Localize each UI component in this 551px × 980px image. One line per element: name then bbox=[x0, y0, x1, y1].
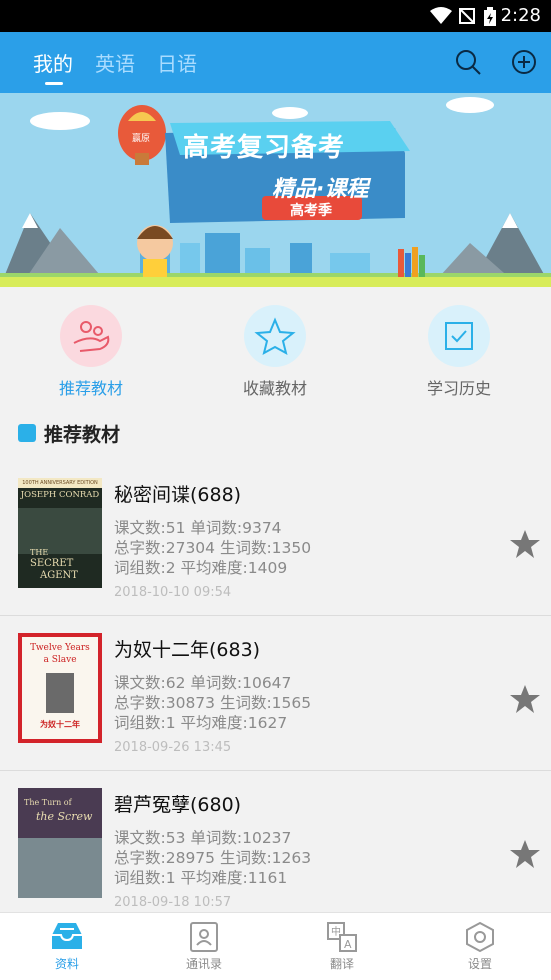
cover-author: JOSEPH CONRAD bbox=[20, 490, 100, 500]
quick-favorites[interactable]: 收藏教材 bbox=[215, 305, 335, 399]
book-cover: The Turn of the Screw bbox=[18, 788, 102, 898]
translate-icon: 中 A bbox=[327, 922, 357, 952]
hand-people-icon bbox=[60, 305, 122, 367]
nav-contacts[interactable]: 通讯录 bbox=[149, 921, 259, 972]
top-app-bar: 我的 英语 日语 bbox=[0, 32, 551, 93]
list-item[interactable]: Twelve Years a Slave 为奴十二年 为奴十二年(683) 课文… bbox=[0, 615, 551, 771]
favorite-star-icon[interactable] bbox=[509, 528, 541, 560]
add-circle-icon[interactable] bbox=[510, 48, 538, 76]
battery-icon bbox=[484, 7, 496, 26]
book-stats-3: 词组数:1 平均难度:1161 bbox=[114, 869, 288, 887]
section-book-icon bbox=[18, 424, 36, 442]
book-date: 2018-10-10 09:54 bbox=[114, 585, 232, 600]
book-stats-1: 课文数:51 单词数:9374 bbox=[114, 519, 282, 537]
banner-balloon-text: 赢原 bbox=[132, 134, 151, 144]
banner-tag: 高考季 bbox=[290, 203, 332, 219]
list-item[interactable]: 100TH ANNIVERSARY EDITION JOSEPH CONRAD … bbox=[0, 460, 551, 616]
book-title: 秘密间谍(688) bbox=[114, 484, 242, 506]
book-date: 2018-09-26 13:45 bbox=[114, 740, 232, 755]
cover-title-2: the Screw bbox=[36, 810, 93, 823]
nav-materials[interactable]: 资料 bbox=[12, 921, 122, 972]
book-title: 碧芦冤孽(680) bbox=[114, 794, 242, 816]
nav-translate[interactable]: 中 A 翻译 bbox=[287, 921, 397, 972]
cover-cn-title: 为奴十二年 bbox=[40, 720, 80, 729]
star-icon bbox=[244, 305, 306, 367]
check-book-icon bbox=[428, 305, 490, 367]
book-stats-1: 课文数:62 单词数:10647 bbox=[114, 674, 292, 692]
book-cover: Twelve Years a Slave 为奴十二年 bbox=[18, 633, 102, 743]
cover-title-3: AGENT bbox=[40, 570, 78, 581]
cover-title-2: a Slave bbox=[43, 655, 77, 665]
banner-subtitle: 精品·课程 bbox=[272, 177, 369, 202]
cover-title-1: Twelve Years bbox=[30, 643, 90, 653]
section-header: 推荐教材 bbox=[0, 412, 551, 460]
status-time: 2:28 bbox=[500, 5, 541, 26]
list-item[interactable]: The Turn of the Screw 碧芦冤孽(680) 课文数:53 单… bbox=[0, 770, 551, 912]
nav-settings[interactable]: 设置 bbox=[425, 921, 535, 972]
book-cover: 100TH ANNIVERSARY EDITION JOSEPH CONRAD … bbox=[18, 478, 102, 588]
book-title: 为奴十二年(683) bbox=[114, 639, 261, 661]
book-stats-1: 课文数:53 单词数:10237 bbox=[114, 829, 292, 847]
tab-english[interactable]: 英语 bbox=[95, 48, 135, 77]
book-stats-2: 总字数:28975 生词数:1263 bbox=[114, 849, 312, 867]
svg-text:A: A bbox=[344, 938, 352, 951]
cover-title-1: THE bbox=[30, 548, 49, 557]
status-bar: 2:28 bbox=[0, 0, 551, 32]
book-stats-2: 总字数:30873 生词数:1565 bbox=[114, 694, 312, 712]
quick-actions: 推荐教材 收藏教材 学习历史 bbox=[0, 287, 551, 412]
tab-japanese[interactable]: 日语 bbox=[157, 48, 197, 77]
book-stats-3: 词组数:2 平均难度:1409 bbox=[114, 559, 288, 577]
section-title: 推荐教材 bbox=[44, 424, 121, 446]
nav-contacts-label: 通讯录 bbox=[185, 957, 222, 971]
book-list: 100TH ANNIVERSARY EDITION JOSEPH CONRAD … bbox=[0, 460, 551, 912]
no-signal-icon bbox=[459, 8, 475, 24]
bottom-nav: 资料 通讯录 中 A 翻译 设置 bbox=[0, 912, 551, 980]
cover-title-1: The Turn of bbox=[24, 798, 72, 807]
inbox-icon bbox=[52, 923, 82, 949]
book-date: 2018-09-18 10:57 bbox=[114, 895, 232, 910]
nav-settings-label: 设置 bbox=[467, 957, 492, 971]
favorite-star-icon[interactable] bbox=[509, 683, 541, 715]
search-icon[interactable] bbox=[454, 48, 482, 76]
active-tab-indicator bbox=[45, 82, 63, 85]
book-stats-3: 词组数:1 平均难度:1627 bbox=[114, 714, 288, 732]
tab-mine[interactable]: 我的 bbox=[33, 48, 73, 77]
cover-title-2: SECRET bbox=[30, 558, 74, 569]
quick-recommended[interactable]: 推荐教材 bbox=[31, 305, 151, 399]
nav-translate-label: 翻译 bbox=[329, 957, 354, 971]
quick-recommended-label: 推荐教材 bbox=[58, 379, 123, 398]
nav-materials-label: 资料 bbox=[54, 957, 79, 971]
banner-title: 高考复习备考 bbox=[183, 133, 346, 163]
contacts-icon bbox=[190, 922, 218, 952]
svg-text:中: 中 bbox=[331, 925, 341, 938]
promo-banner[interactable]: 高考复习备考 精品·课程 高考季 赢原 bbox=[0, 93, 551, 287]
book-stats-2: 总字数:27304 生词数:1350 bbox=[114, 539, 312, 557]
quick-favorites-label: 收藏教材 bbox=[242, 379, 307, 398]
quick-history[interactable]: 学习历史 bbox=[399, 305, 519, 399]
favorite-star-icon[interactable] bbox=[509, 838, 541, 870]
wifi-icon bbox=[430, 7, 452, 24]
cover-edition-text: 100TH ANNIVERSARY EDITION bbox=[18, 478, 102, 488]
settings-icon bbox=[466, 921, 494, 953]
quick-history-label: 学习历史 bbox=[426, 379, 491, 398]
